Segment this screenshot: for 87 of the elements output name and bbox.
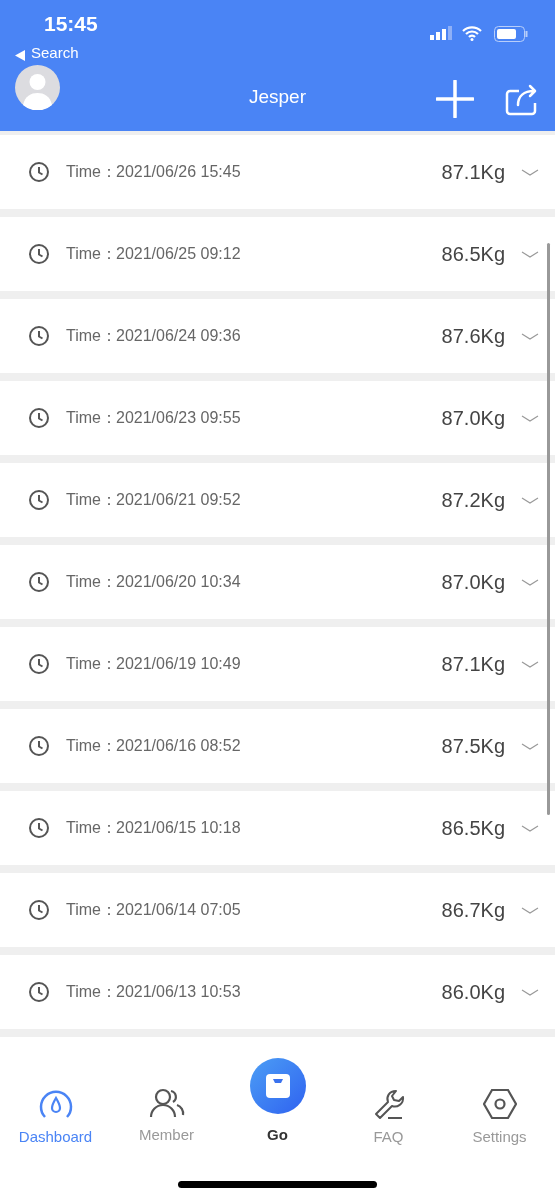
people-icon [148,1088,185,1118]
time-label: Time： [66,243,116,264]
chevron-icon[interactable] [521,989,539,997]
avatar-icon[interactable] [15,65,60,110]
time-label: Time： [66,161,116,182]
clock-icon [28,407,50,429]
chevron-icon[interactable] [521,825,539,833]
clock-icon [28,571,50,593]
record-weight: 87.2Kg [441,488,505,512]
status-time: 15:45 [44,12,98,36]
record-time: 2021/06/20 10:34 [116,573,241,591]
time-label: Time： [66,325,116,346]
record-time: 2021/06/19 10:49 [116,655,241,673]
signal-icon [430,26,452,40]
time-label: Time： [66,817,116,838]
chevron-icon[interactable] [521,497,539,505]
record-weight: 86.5Kg [441,242,505,266]
tab-item[interactable]: Go [222,1058,333,1143]
settings-icon [482,1088,517,1120]
record-weight: 87.0Kg [441,570,505,594]
clock-icon [28,243,50,265]
wifi-icon [462,25,482,41]
record-weight: 87.1Kg [441,160,505,184]
record-weight: 86.0Kg [441,980,505,1004]
record-time: 2021/06/21 09:52 [116,491,241,509]
tab-label: Go [267,1126,288,1143]
record-time: 2021/06/23 09:55 [116,409,241,427]
record-time: 2021/06/16 08:52 [116,737,241,755]
profile-name: Jesper [248,86,307,108]
battery-icon [494,26,528,42]
record-row[interactable]: Time：2021/06/19 10:49 87.1Kg [0,627,555,701]
chevron-icon[interactable] [521,907,539,915]
chevron-icon[interactable] [521,743,539,751]
record-weight: 86.5Kg [441,816,505,840]
clock-icon [28,817,50,839]
record-weight: 87.1Kg [441,652,505,676]
record-time: 2021/06/26 15:45 [116,163,241,181]
record-weight: 87.5Kg [441,734,505,758]
scale-icon [264,1073,291,1099]
share-icon[interactable] [505,83,538,116]
record-row[interactable]: Time：2021/06/23 09:55 87.0Kg [0,381,555,455]
gauge-icon [37,1088,74,1120]
tab-item[interactable]: Dashboard [0,1088,111,1145]
chevron-icon[interactable] [521,415,539,423]
time-label: Time： [66,571,116,592]
clock-icon [28,325,50,347]
record-row[interactable]: Time：2021/06/16 08:52 87.5Kg [0,709,555,783]
record-time: 2021/06/13 10:53 [116,983,241,1001]
time-label: Time： [66,489,116,510]
chevron-icon[interactable] [521,333,539,341]
record-row[interactable]: Time：2021/06/15 10:18 86.5Kg [0,791,555,865]
time-label: Time： [66,407,116,428]
record-weight: 87.0Kg [441,406,505,430]
record-time: 2021/06/15 10:18 [116,819,241,837]
record-time: 2021/06/25 09:12 [116,245,241,263]
clock-icon [28,981,50,1003]
time-label: Time： [66,899,116,920]
record-time: 2021/06/24 09:36 [116,327,241,345]
clock-icon [28,653,50,675]
record-row[interactable]: Time：2021/06/26 15:45 87.1Kg [0,135,555,209]
tab-label: Dashboard [18,1128,93,1145]
clock-icon [28,489,50,511]
time-label: Time： [66,653,116,674]
record-weight: 86.7Kg [441,898,505,922]
chevron-icon[interactable] [521,579,539,587]
time-label: Time： [66,735,116,756]
add-icon[interactable] [436,80,474,118]
tab-label: FAQ [373,1128,404,1145]
record-row[interactable]: Time：2021/06/24 09:36 87.6Kg [0,299,555,373]
chevron-icon[interactable] [521,251,539,259]
record-row[interactable]: Time：2021/06/20 10:34 87.0Kg [0,545,555,619]
clock-icon [28,899,50,921]
time-label: Time： [66,981,116,1002]
record-row[interactable]: Time：2021/06/21 09:52 87.2Kg [0,463,555,537]
back-link[interactable]: Search [31,44,79,61]
clock-icon [28,161,50,183]
tab-label: Member [139,1126,194,1143]
tab-label: Settings [472,1128,527,1145]
record-row[interactable]: Time：2021/06/14 07:05 86.7Kg [0,873,555,947]
record-weight: 87.6Kg [441,324,505,348]
chevron-icon[interactable] [521,661,539,669]
record-row[interactable]: Time：2021/06/13 10:53 86.0Kg [0,955,555,1029]
back-arrow-icon [15,50,25,61]
record-row[interactable]: Time：2021/06/25 09:12 86.5Kg [0,217,555,291]
clock-icon [28,735,50,757]
record-time: 2021/06/14 07:05 [116,901,241,919]
chevron-icon[interactable] [521,169,539,177]
